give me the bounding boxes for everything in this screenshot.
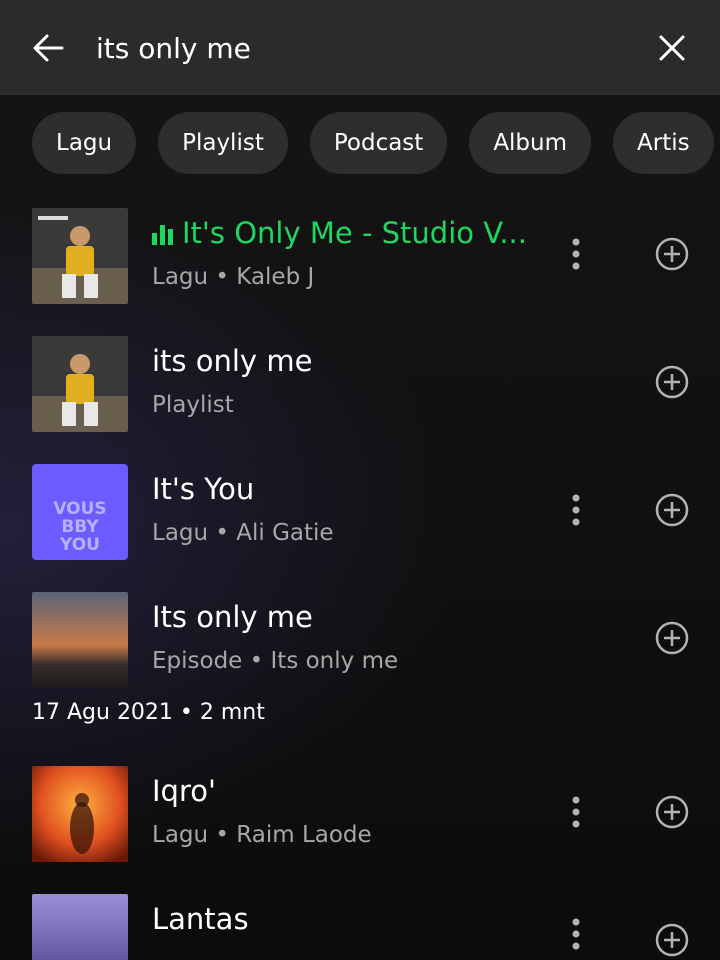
add-circle-icon bbox=[655, 795, 689, 829]
track-title: Iqro' bbox=[152, 774, 216, 808]
result-item[interactable]: Iqro' Lagu • Raim Laode bbox=[0, 748, 720, 876]
track-subtitle: Lagu • Raim Laode bbox=[152, 822, 372, 848]
album-art: VOUS BBY YOU bbox=[32, 464, 128, 560]
album-art bbox=[32, 766, 128, 862]
filter-chips: Lagu Playlist Podcast Album Artis G bbox=[32, 112, 720, 174]
search-input[interactable] bbox=[96, 24, 616, 72]
more-options-button[interactable] bbox=[560, 490, 592, 530]
result-item[interactable]: Its only me Episode • Its only me 17 Agu… bbox=[0, 574, 720, 740]
add-button[interactable] bbox=[654, 922, 690, 958]
chip-podcast[interactable]: Podcast bbox=[309, 112, 448, 174]
more-options-button[interactable] bbox=[560, 234, 592, 274]
add-button[interactable] bbox=[654, 236, 690, 272]
add-button[interactable] bbox=[654, 794, 690, 830]
track-title-text: It's Only Me - Studio V... bbox=[182, 216, 527, 250]
add-button[interactable] bbox=[654, 492, 690, 528]
chip-lagu[interactable]: Lagu bbox=[32, 112, 137, 174]
track-title: It's Only Me - Studio V... bbox=[152, 216, 532, 250]
close-icon bbox=[659, 35, 685, 61]
arrow-left-icon bbox=[33, 34, 64, 62]
more-vertical-icon bbox=[572, 238, 580, 270]
search-screen: Lagu Playlist Podcast Album Artis G bbox=[0, 0, 720, 960]
more-vertical-icon bbox=[572, 796, 580, 828]
track-title: It's You bbox=[152, 472, 255, 506]
chip-album[interactable]: Album bbox=[469, 112, 592, 174]
track-title: Lantas bbox=[152, 902, 249, 936]
more-vertical-icon bbox=[572, 494, 580, 526]
track-subtitle: Lagu • Ali Gatie bbox=[152, 520, 334, 546]
back-button[interactable] bbox=[28, 28, 68, 68]
add-button[interactable] bbox=[654, 620, 690, 656]
album-art bbox=[32, 894, 128, 960]
album-art bbox=[32, 208, 128, 304]
add-circle-icon bbox=[655, 365, 689, 399]
episode-date-duration: 17 Agu 2021 • 2 mnt bbox=[32, 700, 265, 725]
now-playing-icon bbox=[152, 225, 174, 245]
result-item[interactable]: It's Only Me - Studio V... Lagu • Kaleb … bbox=[0, 190, 720, 318]
playlist-subtitle: Playlist bbox=[152, 392, 234, 418]
svg-text:BBY: BBY bbox=[61, 517, 99, 537]
add-circle-icon bbox=[655, 923, 689, 957]
result-item[interactable]: VOUS BBY YOU It's You Lagu • Ali Gatie bbox=[0, 446, 720, 574]
svg-text:YOU: YOU bbox=[59, 535, 100, 555]
playlist-art bbox=[32, 336, 128, 432]
episode-title: Its only me bbox=[152, 600, 313, 634]
clear-search-button[interactable] bbox=[652, 28, 692, 68]
playlist-title: its only me bbox=[152, 344, 313, 378]
episode-art bbox=[32, 592, 128, 688]
more-vertical-icon bbox=[572, 918, 580, 950]
chip-artis[interactable]: Artis bbox=[613, 112, 714, 174]
chip-playlist[interactable]: Playlist bbox=[158, 112, 288, 174]
add-circle-icon bbox=[655, 237, 689, 271]
svg-text:VOUS: VOUS bbox=[53, 499, 106, 519]
episode-subtitle: Episode • Its only me bbox=[152, 648, 399, 674]
track-subtitle: Lagu • Kaleb J bbox=[152, 264, 315, 290]
add-button[interactable] bbox=[654, 364, 690, 400]
add-circle-icon bbox=[655, 621, 689, 655]
add-circle-icon bbox=[655, 493, 689, 527]
result-item[interactable]: its only me Playlist bbox=[0, 318, 720, 446]
more-options-button[interactable] bbox=[560, 914, 592, 954]
result-item[interactable]: Lantas bbox=[0, 876, 720, 960]
more-options-button[interactable] bbox=[560, 792, 592, 832]
search-bar bbox=[0, 0, 720, 95]
